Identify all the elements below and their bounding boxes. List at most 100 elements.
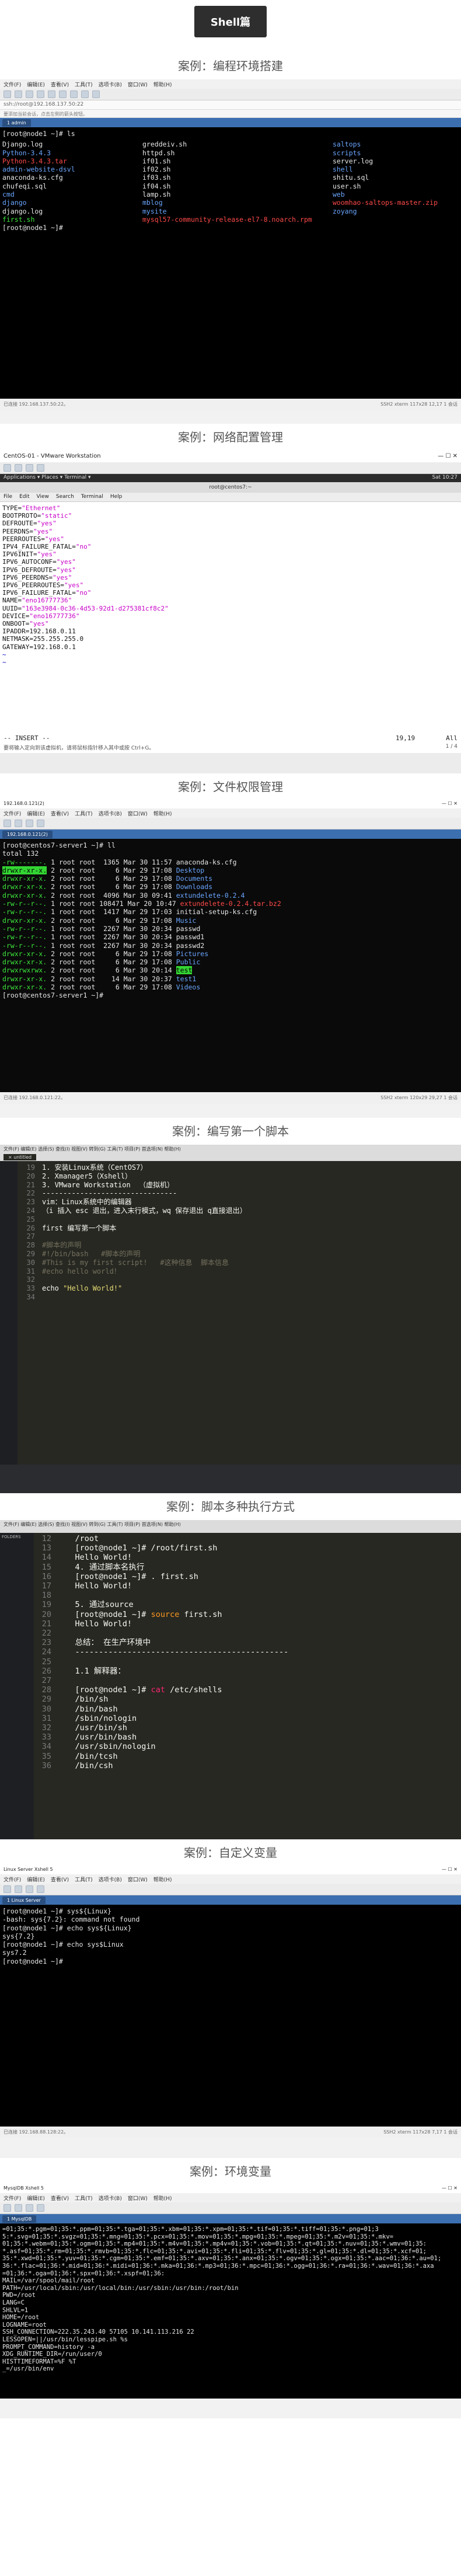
terminal-output: =01;35:*.pgm=01;35:*.ppm=01;35:*.tga=01;… (0, 2223, 461, 2375)
new-session-icon[interactable] (4, 90, 11, 98)
terminal[interactable]: [root@centos7-server1 ~]# ll total 132 -… (0, 839, 461, 1092)
menu-item[interactable]: 文件(F) (4, 2194, 21, 2202)
line-number: 20 (41, 1609, 51, 1619)
menu-item[interactable]: View (37, 494, 49, 500)
menu-item[interactable]: 帮助(H) (153, 1876, 172, 1883)
menu-item[interactable]: 工具(T) (75, 2194, 93, 2202)
menu-item[interactable]: 选项卡(B) (99, 81, 122, 88)
editor-body: 19 20 21 22 23 24 25 26 27 28 29 30 31 32 33 34 1. 安装Li… (0, 1161, 461, 1465)
revert-icon[interactable] (26, 464, 33, 472)
menu-item[interactable]: 工具(T) (75, 810, 93, 817)
paste-icon[interactable] (37, 820, 44, 827)
open-folder-icon[interactable] (15, 1885, 22, 1893)
menu-item[interactable]: 窗口(W) (128, 81, 148, 88)
xshell-window-1: 文件(F) 编辑(E) 查看(V) 工具(T) 选项卡(B) 窗口(W) 帮助(H) ssh… (0, 79, 461, 424)
menu-item[interactable]: 查看(V) (51, 1876, 69, 1883)
menu-item[interactable]: Terminal (81, 494, 103, 500)
session-tab[interactable]: 1 admin (2, 118, 31, 127)
gnome-top-bar: Applications ▾ Places ▾ Terminal ▾ Sat 1… (0, 474, 461, 482)
terminal[interactable]: [root@node1 ~]# sys${Linux} -bash: sys{7.… (0, 1905, 461, 2127)
session-tab-bar: 192.168.0.121(2) (0, 829, 461, 839)
paste-icon[interactable] (37, 2204, 44, 2212)
window-controls[interactable]: — ☐ ✕ (438, 453, 457, 460)
menu-item[interactable]: 选项卡(B) (99, 810, 122, 817)
terminal[interactable]: [root@node1 ~]# ls Django.log Python-3.4.… (0, 127, 461, 399)
menu-item[interactable]: 帮助(H) (153, 2194, 172, 2202)
menu-item[interactable]: 编辑(E) (27, 81, 45, 88)
copy-icon[interactable] (26, 820, 33, 827)
disconnect-icon[interactable] (37, 90, 44, 98)
editor-menu-items[interactable]: 文件(F) 编辑(E) 选择(S) 查找(I) 视图(V) 转到(G) 工具(T… (4, 1521, 457, 1528)
menu-item[interactable]: 选项卡(B) (99, 1876, 122, 1883)
file-meta: 2 root root 6 Mar 29 17:08 (47, 958, 176, 967)
menu-item[interactable]: 文件(F) (4, 81, 21, 88)
sublime-window-2: 文件(F) 编辑(E) 选择(S) 查找(I) 视图(V) 转到(G) 工具(T… (0, 1520, 461, 1839)
ls-entry: admin-website-dsvl (2, 165, 75, 174)
connect-icon[interactable] (26, 90, 33, 98)
file-meta: 2 root root 6 Mar 29 17:08 (47, 983, 176, 992)
menu-item[interactable]: 编辑(E) (27, 1876, 45, 1883)
menu-item[interactable]: 文件(F) (4, 1876, 21, 1883)
window-controls[interactable]: — ☐ ✕ (442, 801, 457, 808)
editor-tab[interactable]: × untitled (4, 1154, 37, 1160)
search-icon[interactable] (70, 90, 78, 98)
menu-item[interactable]: 文件(F) (4, 810, 21, 817)
window-controls[interactable]: — ☐ ✕ (442, 1867, 457, 1874)
menu-item[interactable]: 帮助(H) (153, 810, 172, 817)
copy-icon[interactable] (48, 90, 55, 98)
new-session-icon[interactable] (4, 2204, 11, 2212)
address-bar[interactable]: ssh://root@192.168.137.50:22 (0, 100, 461, 110)
menu-item[interactable]: 查看(V) (51, 81, 69, 88)
menu-item[interactable]: 帮助(H) (153, 81, 172, 88)
power-icon[interactable] (4, 464, 11, 472)
menu-item[interactable]: 编辑(E) (27, 810, 45, 817)
paste-icon[interactable] (59, 90, 67, 98)
code-area[interactable]: 1. 安装Linux系统（CentOS7） 2. Xmanager5（Xshell… (37, 1161, 461, 1465)
menu-item[interactable]: 查看(V) (51, 810, 69, 817)
menu-item[interactable]: 编辑(E) (27, 2194, 45, 2202)
menu-item[interactable]: 查看(V) (51, 2194, 69, 2202)
session-tab[interactable]: 1 Linux Server (2, 1896, 46, 1904)
menu-item[interactable]: 工具(T) (75, 1876, 93, 1883)
gnome-menus[interactable]: Applications ▾ Places ▾ Terminal ▾ (4, 475, 90, 482)
snapshot-icon[interactable] (15, 464, 22, 472)
session-tab[interactable]: 192.168.0.121(2) (2, 830, 53, 838)
new-session-icon[interactable] (4, 820, 11, 827)
menu-item[interactable]: File (4, 494, 12, 500)
file-name: Pictures (176, 949, 209, 958)
menu-item[interactable]: Edit (19, 494, 29, 500)
window-controls[interactable]: — ☐ ✕ (442, 2185, 457, 2192)
editor-menu-items[interactable]: 文件(F) 编辑(E) 选择(S) 查找(I) 视图(V) 转到(G) 工具(T… (4, 1146, 457, 1152)
menu-item[interactable]: 窗口(W) (128, 810, 148, 817)
paste-icon[interactable] (37, 1885, 44, 1893)
vim-line: IPV6_DEFROUTE="yes" (2, 566, 459, 574)
code-area[interactable]: /root [root@node1 ~]# /root/first.sh Hel… (51, 1533, 461, 1839)
terminal[interactable]: =01;35:*.pgm=01;35:*.ppm=01;35:*.tga=01;… (0, 2223, 461, 2399)
vim-token: DEFROUTE= (2, 520, 37, 528)
vim-editor[interactable]: TYPE="Ethernet" BOOTPROTO="static" DEFROUT… (0, 502, 461, 753)
line-number: 23 (26, 1198, 35, 1207)
menu-item[interactable]: 工具(T) (75, 81, 93, 88)
menu-item[interactable]: 窗口(W) (128, 2194, 148, 2202)
vmware-hint-bar: 要将输入定向到该虚拟机，请将鼠标指针移入其中或按 Ctrl+G。 1 / 4 (0, 744, 461, 753)
new-session-icon[interactable] (4, 1885, 11, 1893)
menu-item[interactable]: Search (56, 494, 74, 500)
open-folder-icon[interactable] (15, 2204, 22, 2212)
status-bar: 已连接 192.168.0.121:22。 SSH2 xterm 120x29 … (0, 1092, 461, 1104)
menu-item[interactable]: Help (110, 494, 123, 500)
copy-icon[interactable] (26, 1885, 33, 1893)
toolbar (0, 2202, 461, 2214)
menu-item[interactable]: 窗口(W) (128, 1876, 148, 1883)
fullscreen-icon[interactable] (37, 464, 44, 472)
open-folder-icon[interactable] (15, 90, 22, 98)
print-icon[interactable] (81, 90, 89, 98)
vim-token: ~ (2, 650, 6, 658)
file-name: test1 (176, 974, 197, 983)
menu-item[interactable]: 选项卡(B) (99, 2194, 122, 2202)
open-folder-icon[interactable] (15, 820, 22, 827)
settings-icon[interactable] (92, 90, 100, 98)
line-number: 25 (26, 1215, 35, 1223)
session-tab[interactable]: 1 MysqlDB (2, 2215, 37, 2223)
copy-icon[interactable] (26, 2204, 33, 2212)
